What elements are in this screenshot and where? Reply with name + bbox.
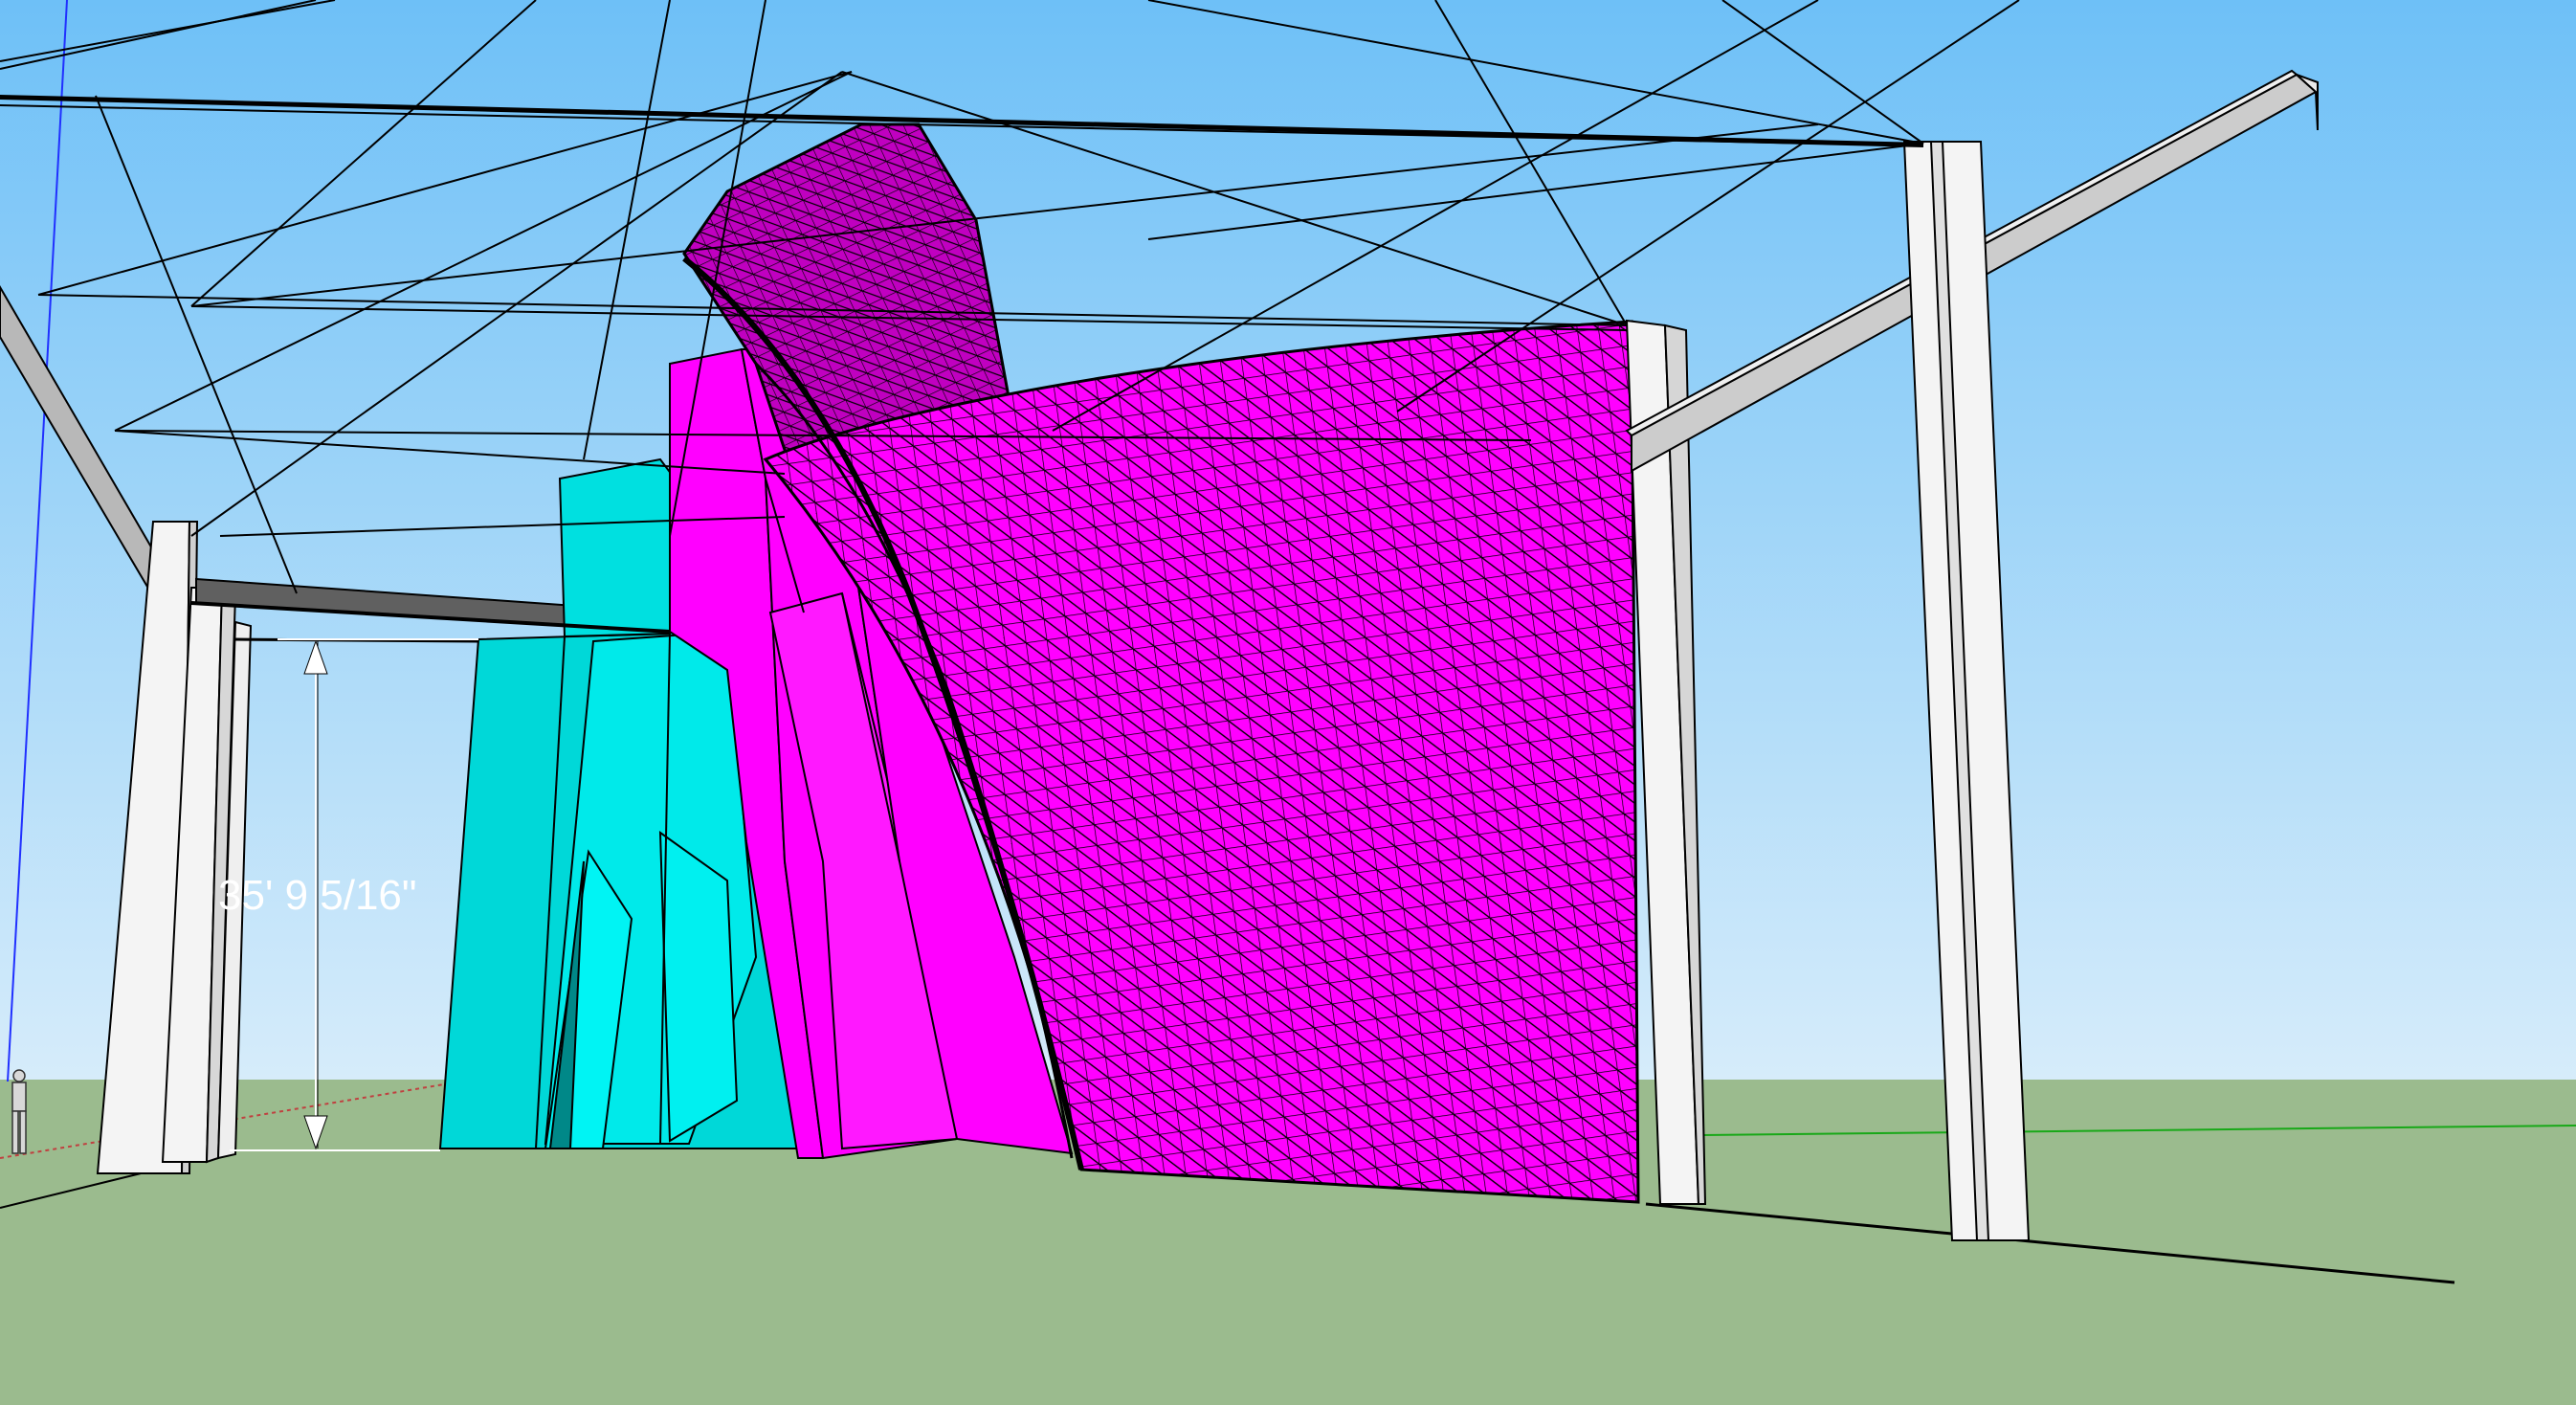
3d-scene[interactable]: 35' 9 5/16"	[0, 0, 2576, 1405]
dimension-label: 35' 9 5/16"	[218, 872, 417, 919]
modeling-viewport[interactable]: 35' 9 5/16"	[0, 0, 2576, 1405]
